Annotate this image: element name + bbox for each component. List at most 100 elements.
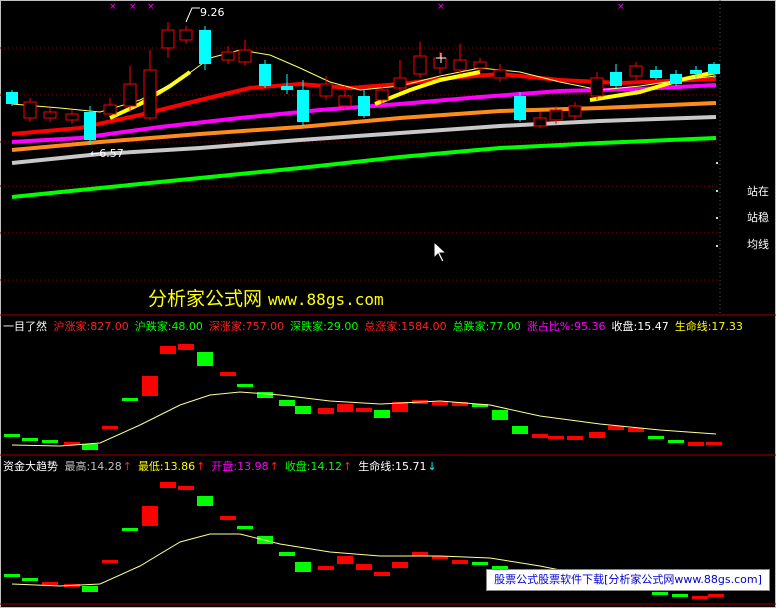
panel1-bar xyxy=(532,434,548,438)
panel2-bar xyxy=(412,552,428,556)
up-arrow-icon: ↑ xyxy=(343,460,353,473)
panel1-item-label: 沪涨家: xyxy=(53,320,91,333)
panel2-header: 资金大趋势 最高:14.28↑ 最低:13.86↑ 开盘:13.98↑ 收盘:14.1… xyxy=(3,458,443,474)
panel1-bar xyxy=(160,346,176,354)
panel1-bar xyxy=(432,402,448,405)
low-price-value: 6.57 xyxy=(99,147,124,160)
panel2-bar xyxy=(652,592,668,595)
panel2-bar xyxy=(122,528,138,531)
panel1-title: 一目了然 xyxy=(3,320,47,333)
candle-body xyxy=(433,57,447,69)
up-arrow-icon: ↑ xyxy=(269,460,279,473)
panel2-item-label: 生命线: xyxy=(358,460,395,473)
panel1-item-label: 总跌家: xyxy=(452,320,490,333)
panel1-item: 涨占比%:95.36 xyxy=(527,320,606,333)
panel1-item-label: 生命线: xyxy=(674,320,712,333)
panel2-item-value: 13.98 xyxy=(237,460,269,473)
panel2-bar xyxy=(178,486,194,490)
candle-body xyxy=(65,113,79,121)
mouse-pointer-icon xyxy=(433,240,448,263)
panel2-bar xyxy=(672,594,688,597)
chart-canvas[interactable]: × × × × × xyxy=(0,0,776,608)
right-label-2: 站稳 xyxy=(747,211,769,224)
panel1-item: 沪涨家:827.00 xyxy=(54,320,129,333)
download-banner[interactable]: 股票公式股票软件下载[分析家公式网www.88gs.com] xyxy=(486,569,770,591)
panel1-bar xyxy=(589,432,605,438)
candle-body xyxy=(650,70,662,78)
high-price-value: 9.26 xyxy=(200,6,225,19)
panel2-bar xyxy=(22,578,38,581)
panel1-item: 深跌家:29.00 xyxy=(290,320,358,333)
panel2-item-value: 14.28 xyxy=(90,460,122,473)
panel1-item-value: 17.33 xyxy=(711,320,743,333)
panel1-bar xyxy=(4,434,20,437)
panel2-bar xyxy=(472,562,488,565)
panel1-bar xyxy=(22,438,38,441)
panel1-bar xyxy=(122,398,138,401)
candle-body xyxy=(6,92,18,104)
indicator-dot xyxy=(716,162,718,164)
candle-body xyxy=(221,51,235,61)
candle-body xyxy=(84,112,96,140)
candle-body xyxy=(161,29,175,49)
panel1-item: 生命线:17.33 xyxy=(675,320,743,333)
panel1-item-value: 95.36 xyxy=(573,320,606,333)
stock-chart-window: × × × × × 9.26 ←6.57 站在 站稳 均线 分析家公式网 www.88gs… xyxy=(0,0,776,608)
candle-body xyxy=(473,61,487,69)
panel1-bar xyxy=(178,344,194,350)
candle-body xyxy=(358,96,370,116)
panel2-item-label: 开盘: xyxy=(211,460,238,473)
panel2-bar xyxy=(318,566,334,570)
indicator-dot xyxy=(716,245,718,247)
indicator-dot xyxy=(716,190,718,192)
panel2-bar xyxy=(708,594,724,597)
up-arrow-icon: ↑ xyxy=(122,460,132,473)
panel2-bar xyxy=(142,506,158,526)
panel2-bar xyxy=(220,516,236,520)
panel1-item-value: 15.47 xyxy=(637,320,669,333)
panel2-bar xyxy=(295,562,311,572)
panel1-item: 深涨家:757.00 xyxy=(209,320,284,333)
panel2-bar xyxy=(392,562,408,568)
top-marker-icon: × xyxy=(147,2,155,12)
candle-body xyxy=(549,109,563,121)
indicator-dot xyxy=(716,217,718,219)
panel2-bar xyxy=(279,552,295,556)
panel1-bar xyxy=(257,392,273,398)
panel1-bar xyxy=(567,436,583,440)
panel2-bar xyxy=(197,496,213,506)
panel1-bar xyxy=(688,442,704,446)
candle-body xyxy=(143,69,157,119)
panel1-item-value: 757.00 xyxy=(245,320,285,333)
candle-body xyxy=(199,30,211,64)
panel2-bar xyxy=(692,596,708,599)
panel2-item: 生命线:15.71↓ xyxy=(358,460,436,473)
panel2-item: 最低:13.86↑ xyxy=(138,460,205,473)
panel1-item-label: 涨占比%: xyxy=(526,320,574,333)
candle-body xyxy=(297,90,309,122)
panel1-item-value: 77.00 xyxy=(489,320,521,333)
candle-body xyxy=(259,64,271,86)
watermark-name: 分析家公式网 xyxy=(148,288,263,310)
panel2-bar xyxy=(356,564,372,570)
candle-body xyxy=(514,96,526,120)
candle-body xyxy=(690,70,702,74)
panel1-bar xyxy=(237,384,253,387)
watermark: 分析家公式网 www.88gs.com xyxy=(148,284,384,311)
panel1-item-value: 827.00 xyxy=(90,320,129,333)
panel2-bar xyxy=(337,556,353,564)
panel1-bar xyxy=(295,406,311,414)
top-marker-icon: × xyxy=(437,2,445,12)
watermark-url: www.88gs.com xyxy=(268,290,384,309)
panel2-bar xyxy=(237,526,253,529)
candle-body xyxy=(338,95,352,107)
panel1-bar xyxy=(492,410,508,420)
candle-body xyxy=(375,89,389,101)
panel2-item-label: 收盘: xyxy=(284,460,311,473)
low-price-marker: ←6.57 xyxy=(90,147,124,160)
panel1-lifeline xyxy=(11,391,717,447)
panel2-bar xyxy=(160,482,176,488)
panel2-item: 收盘:14.12↑ xyxy=(285,460,352,473)
top-marker-icon: × xyxy=(617,2,625,12)
panel1-bar xyxy=(356,408,372,412)
